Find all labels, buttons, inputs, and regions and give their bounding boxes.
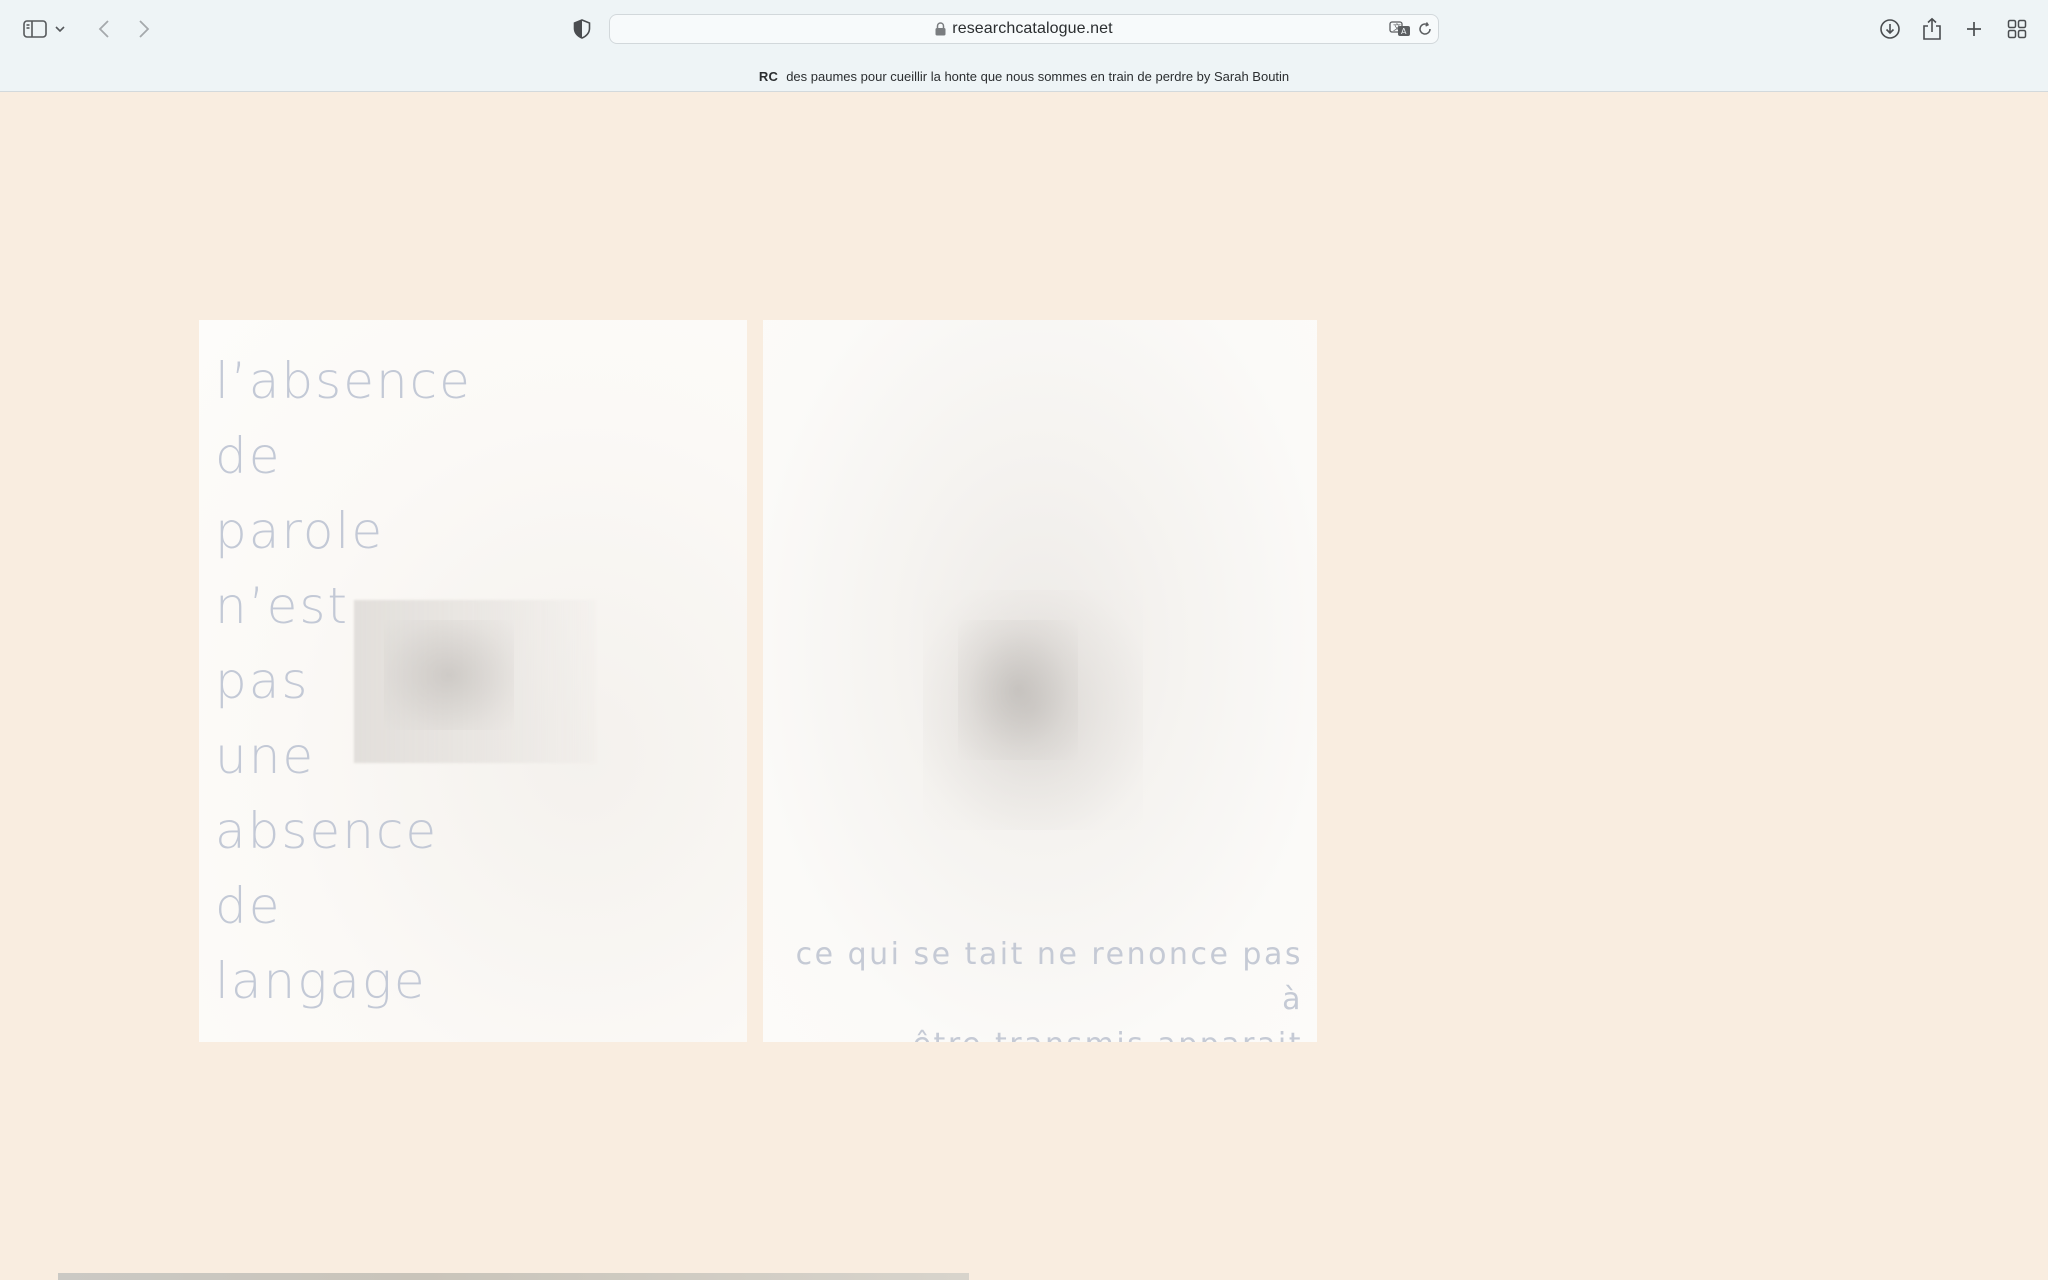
url-text: researchcatalogue.net [952,20,1113,37]
poem-text: l’absence de parole n’est pas une absenc… [215,344,472,1019]
poem-line: de [215,427,282,485]
poem-line: parole [215,502,385,560]
chevron-right-icon[interactable] [128,13,160,45]
caption-text: ce qui se tait ne renonce pas à être tra… [763,932,1303,1042]
poem-line: absence [215,802,439,860]
poem-line: langage [215,952,427,1010]
chevron-down-icon[interactable] [50,13,70,45]
shield-icon[interactable] [566,13,598,45]
poem-line: l’absence [215,352,472,410]
reload-icon[interactable] [1414,19,1436,39]
caption-line: être transmis apparait autrement [763,1022,1303,1042]
poem-line: une [215,727,316,785]
translate-icon[interactable]: 文 A [1389,19,1411,39]
grid-icon[interactable] [2001,13,2033,45]
right-image-panel: ce qui se tait ne renonce pas à être tra… [763,320,1317,1042]
sidebar-icon[interactable] [19,13,51,45]
caption-line: ce qui se tait ne renonce pas à [795,937,1303,1017]
left-image-panel: l’absence de parole n’est pas une absenc… [199,320,747,1042]
browser-chrome: researchcatalogue.net 文 A RC des paumes … [0,0,2048,92]
address-bar[interactable]: researchcatalogue.net 文 A [609,14,1439,44]
tab-logo: RC [758,68,779,84]
lock-icon [935,22,946,36]
download-icon[interactable] [1874,13,1906,45]
poem-line: pas [215,652,310,710]
share-icon[interactable] [1916,13,1948,45]
tab-title: des paumes pour cueillir la honte que no… [786,68,1290,84]
chevron-left-icon[interactable] [88,13,120,45]
poem-line: de [215,877,282,935]
texture-stain-core [958,620,1078,760]
plus-icon[interactable] [1958,13,1990,45]
page-content: l’absence de parole n’est pas une absenc… [0,92,2048,1280]
address-text[interactable]: researchcatalogue.net [610,15,1438,43]
tab-bar[interactable]: RC des paumes pour cueillir la honte que… [0,62,2048,90]
next-image-edge [58,1273,969,1280]
svg-text:A: A [1401,27,1407,36]
poem-line: n’est [215,577,349,635]
browser-toolbar: researchcatalogue.net 文 A [0,0,2048,58]
